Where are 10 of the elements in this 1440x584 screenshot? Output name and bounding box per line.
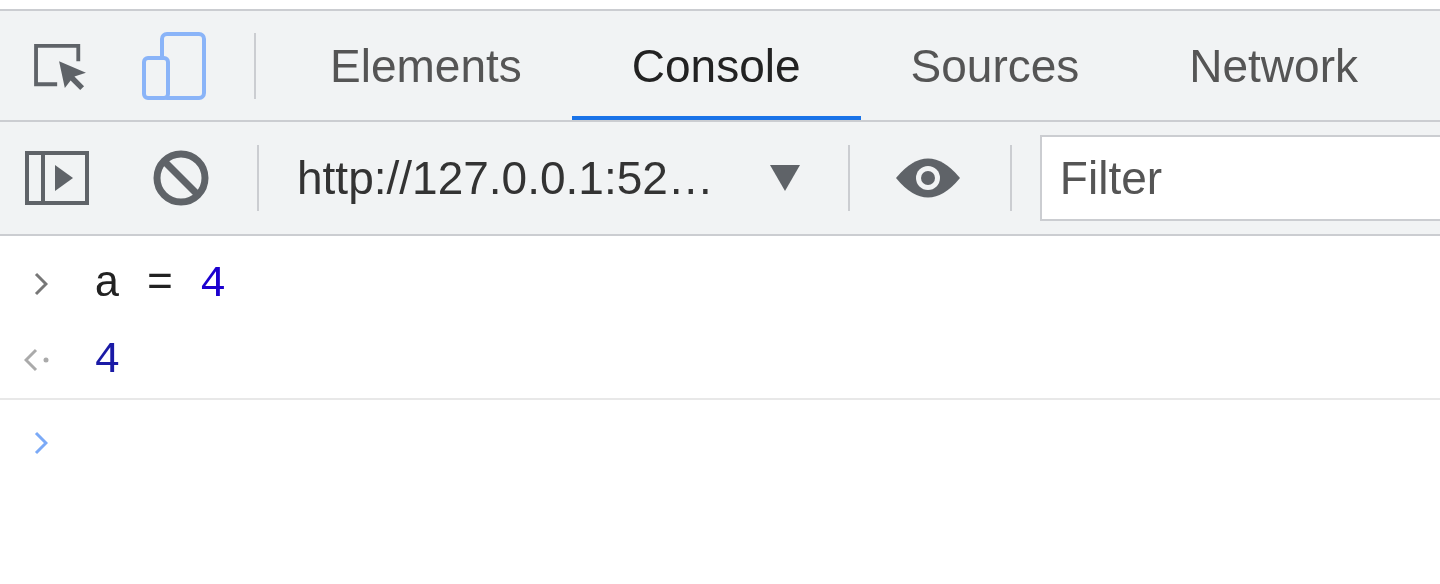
filter-field[interactable]: Filter: [1039, 135, 1440, 221]
context-selector[interactable]: http://127.0.0.1:52…: [297, 151, 800, 205]
caret-icon: [769, 165, 800, 191]
console-result-value: 4: [94, 335, 121, 385]
clear-console-icon[interactable]: [153, 150, 209, 206]
console-input-code: a = 4: [94, 259, 227, 309]
chevron-icon: [34, 272, 48, 296]
sidebar-toggle-icon[interactable]: [25, 151, 89, 205]
chevron-icon: [34, 431, 48, 455]
eye-icon[interactable]: [893, 157, 962, 199]
